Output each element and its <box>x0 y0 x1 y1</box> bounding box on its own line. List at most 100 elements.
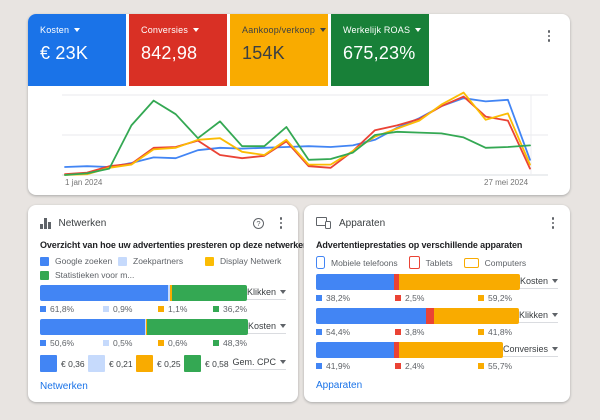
card-subtitle: Advertentieprestaties op verschillende a… <box>316 240 558 250</box>
kebab-menu-icon[interactable] <box>548 217 558 229</box>
value-swatch <box>158 340 164 346</box>
devices-icon <box>316 217 331 229</box>
trend-chart-svg <box>28 90 570 190</box>
card-title: Netwerken <box>59 218 254 229</box>
kebab-menu-icon[interactable] <box>544 30 554 42</box>
cpc-square <box>136 355 153 372</box>
trend-line-aankoop-verkoop <box>65 93 530 175</box>
cpc-square <box>184 355 201 372</box>
legend-swatch <box>40 257 49 266</box>
scorecard-value: € 23K <box>40 43 126 64</box>
stacked-bar <box>316 308 519 324</box>
scorecard-kosten: Kosten € 23K <box>28 14 126 86</box>
bar-segment <box>316 342 394 358</box>
metric-dropdown[interactable]: Conversies <box>503 344 558 357</box>
scorecard-conversies: Conversies 842,98 <box>129 14 227 86</box>
bar-chart-icon <box>40 218 51 229</box>
bar-segment <box>399 274 520 290</box>
legend-swatch <box>118 257 127 266</box>
scorecard-metric-dropdown[interactable]: Werkelijk ROAS <box>343 25 429 35</box>
legend-swatch <box>205 257 214 266</box>
bar-segment <box>147 319 247 335</box>
help-icon[interactable] <box>253 218 264 229</box>
chevron-down-icon <box>415 28 421 32</box>
networks-card-header: Netwerken <box>40 215 286 231</box>
trend-chart: 1 jan 2024 27 mei 2024 <box>28 90 570 190</box>
x-axis-start-label: 1 jan 2024 <box>65 178 102 187</box>
bar-segment <box>172 285 247 301</box>
legend-item: Statistieken voor m... <box>40 270 134 280</box>
scorecard-werkelijk-roas: Werkelijk ROAS 675,23% <box>331 14 429 86</box>
stacked-bar <box>40 319 248 335</box>
cpc-squares-row: € 0,36 € 0,21 € 0,25 € 0,58 Gem. CPC <box>40 355 286 372</box>
stacked-bar <box>316 274 520 290</box>
value-swatch <box>103 340 109 346</box>
metric-dropdown[interactable]: Klikken <box>247 287 286 300</box>
value-swatch <box>103 306 109 312</box>
legend-item: Google zoeken <box>40 256 118 266</box>
computer-icon <box>464 258 479 268</box>
legend-item: Computers <box>464 258 527 268</box>
chevron-down-icon <box>74 28 80 32</box>
bar-row-klikken: Klikken <box>40 285 286 301</box>
metric-dropdown[interactable]: Gem. CPC <box>232 357 286 370</box>
bar-value-labels: 38,2% 2,5% 59,2% <box>316 293 530 303</box>
stacked-bar <box>316 342 503 358</box>
legend-row: Google zoeken Zoekpartners Display Netwe… <box>40 256 286 266</box>
value-swatch <box>316 329 322 335</box>
bar-segment <box>40 285 168 301</box>
bar-value-labels: 41,9% 2,4% 55,7% <box>316 361 530 371</box>
value-swatch <box>478 363 484 369</box>
value-swatch <box>478 295 484 301</box>
ads-overview-page: Kosten € 23K Conversies 842,98 Aankoop/v… <box>0 0 600 420</box>
value-swatch <box>395 295 401 301</box>
performance-overview-card: Kosten € 23K Conversies 842,98 Aankoop/v… <box>28 14 570 195</box>
value-swatch <box>316 363 322 369</box>
bar-segment <box>426 308 434 324</box>
metric-dropdown[interactable]: Kosten <box>520 276 558 289</box>
bar-segment <box>316 308 426 324</box>
bar-segment <box>316 274 394 290</box>
phone-icon <box>316 256 325 269</box>
legend-swatch <box>40 271 49 280</box>
value-swatch <box>213 340 219 346</box>
bar-value-labels: 50,6% 0,5% 0,6% 48,3% <box>40 338 254 348</box>
legend-item: Tablets <box>409 256 453 269</box>
devices-link[interactable]: Apparaten <box>316 380 362 391</box>
bar-value-labels: 54,4% 3,8% 41,8% <box>316 327 530 337</box>
bar-segment <box>40 319 145 335</box>
chevron-down-icon <box>280 324 286 328</box>
trend-line-werkelijk-roas <box>65 101 530 175</box>
scorecard-value: 842,98 <box>141 43 227 64</box>
value-swatch <box>158 306 164 312</box>
value-swatch <box>395 329 401 335</box>
metric-dropdown[interactable]: Kosten <box>248 321 286 334</box>
value-swatch <box>316 295 322 301</box>
chevron-down-icon <box>552 347 558 351</box>
x-axis-end-label: 27 mei 2024 <box>484 178 528 187</box>
bar-segment <box>399 342 503 358</box>
scorecard-metric-dropdown[interactable]: Conversies <box>141 25 227 35</box>
metric-dropdown[interactable]: Klikken <box>519 310 558 323</box>
bar-segment <box>434 308 519 324</box>
scorecard-tiles: Kosten € 23K Conversies 842,98 Aankoop/v… <box>28 14 570 86</box>
stacked-bar <box>40 285 247 301</box>
card-subtitle: Overzicht van hoe uw advertenties preste… <box>40 240 286 250</box>
scorecard-metric-dropdown[interactable]: Aankoop/verkoop <box>242 25 328 35</box>
cpc-value: € 0,25 <box>136 355 184 372</box>
chevron-down-icon <box>280 360 286 364</box>
networks-link[interactable]: Netwerken <box>40 381 88 392</box>
legend-item: Zoekpartners <box>118 256 205 266</box>
chevron-down-icon <box>280 290 286 294</box>
value-swatch <box>213 306 219 312</box>
legend-row: Statistieken voor m... <box>40 270 286 280</box>
cpc-square <box>88 355 105 372</box>
scorecard-metric-dropdown[interactable]: Kosten <box>40 25 126 35</box>
chevron-down-icon <box>193 28 199 32</box>
cpc-square <box>40 355 57 372</box>
value-swatch <box>478 329 484 335</box>
kebab-menu-icon[interactable] <box>276 217 286 229</box>
bar-row-kosten: Kosten <box>40 319 286 335</box>
devices-card-header: Apparaten <box>316 215 558 231</box>
value-swatch <box>40 340 46 346</box>
